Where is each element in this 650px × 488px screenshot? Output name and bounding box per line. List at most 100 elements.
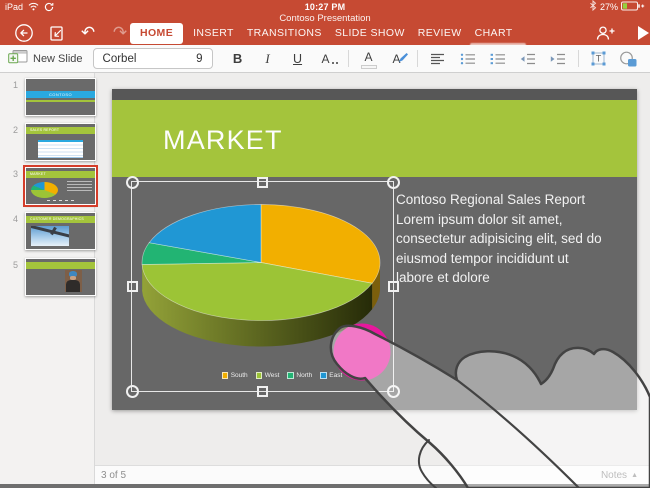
font-more-glyph: A bbox=[322, 52, 330, 66]
font-color-button[interactable]: A bbox=[358, 48, 380, 70]
numbering-button[interactable] bbox=[487, 48, 509, 70]
font-selector[interactable]: Corbel 9 bbox=[93, 48, 213, 69]
svg-text:T: T bbox=[596, 54, 602, 64]
body-line: Contoso Regional Sales Report bbox=[396, 190, 636, 210]
underline-button[interactable]: U bbox=[287, 48, 309, 70]
bold-glyph: B bbox=[233, 51, 242, 66]
bold-button[interactable]: B bbox=[227, 48, 249, 70]
thumb1-accent-line bbox=[26, 100, 95, 102]
footer-bar: 3 of 5 Notes ▲ bbox=[95, 465, 650, 484]
tab-transitions[interactable]: TRANSITIONS bbox=[244, 23, 325, 44]
tab-chart[interactable]: CHART bbox=[472, 23, 516, 44]
thumb3-text-lines bbox=[67, 181, 92, 193]
tab-chart-label: CHART bbox=[475, 27, 513, 39]
thumb4-title-band: CUSTOMER DEMOGRAPHICS bbox=[26, 216, 95, 224]
tab-home[interactable]: HOME bbox=[130, 23, 183, 44]
more-dots-icon bbox=[332, 62, 334, 64]
font-size[interactable]: 9 bbox=[196, 53, 202, 65]
resize-handle-right-middle[interactable] bbox=[388, 281, 399, 292]
body-line: Lorem ipsum dolor sit amet, bbox=[396, 210, 636, 230]
indent-icon bbox=[549, 53, 566, 65]
outdent-icon bbox=[519, 53, 536, 65]
resize-handle-top-left[interactable] bbox=[126, 176, 139, 189]
clock: 10:27 PM bbox=[135, 2, 515, 12]
current-slide[interactable]: MARKET SouthWestNorthEast Contoso Region… bbox=[112, 89, 637, 410]
thumb5-photo bbox=[65, 270, 82, 292]
tab-review[interactable]: REVIEW bbox=[415, 23, 465, 44]
toolbar-divider bbox=[578, 50, 579, 67]
slide-thumbnail-3-selected[interactable]: MARKET bbox=[25, 167, 96, 205]
body-line: consectetur adipisicing elit, sed do bbox=[396, 229, 636, 249]
thumb2-table bbox=[38, 140, 82, 158]
battery-percent: 27% bbox=[600, 2, 618, 12]
redo-button[interactable]: ↷ bbox=[110, 23, 130, 43]
italic-glyph: I bbox=[265, 51, 269, 67]
body-line: labore et dolore bbox=[396, 268, 636, 288]
notes-expand-icon: ▲ bbox=[631, 472, 638, 479]
slide-thumbnail-1[interactable]: CONTOSO bbox=[25, 78, 96, 116]
thumb3-pie bbox=[31, 182, 58, 198]
shape-fill-button[interactable] bbox=[618, 48, 640, 70]
pen-icon bbox=[398, 50, 409, 68]
textbox-button[interactable]: T bbox=[588, 48, 610, 70]
resize-handle-top-middle[interactable] bbox=[257, 177, 268, 188]
slide-thumbnail-4[interactable]: CUSTOMER DEMOGRAPHICS bbox=[25, 212, 96, 250]
share-icon[interactable] bbox=[46, 23, 66, 43]
slide-title-text[interactable]: MARKET bbox=[163, 125, 283, 156]
shape-icon bbox=[619, 51, 638, 67]
resize-handle-left-middle[interactable] bbox=[127, 281, 138, 292]
new-slide-button[interactable]: New Slide bbox=[8, 49, 83, 68]
chart-selection-box bbox=[131, 181, 394, 392]
font-color-swatch bbox=[361, 65, 377, 69]
notes-toggle[interactable]: Notes ▲ bbox=[601, 470, 638, 481]
slide-thumbnail-5[interactable] bbox=[25, 258, 96, 296]
bullet-list-icon bbox=[460, 53, 476, 65]
font-name: Corbel bbox=[103, 53, 137, 65]
font-format-more-button[interactable]: A bbox=[317, 48, 339, 70]
resize-handle-bottom-left[interactable] bbox=[126, 385, 139, 398]
formatting-toolbar: New Slide Corbel 9 B I U A A A bbox=[0, 45, 650, 73]
slide-thumbnail-2[interactable]: SALES REPORT bbox=[25, 123, 96, 161]
ribbon: ↶ ↷ HOME INSERT TRANSITIONS SLIDE SHOW R… bbox=[0, 21, 650, 45]
tab-insert[interactable]: INSERT bbox=[190, 23, 237, 44]
resize-handle-bottom-middle[interactable] bbox=[257, 386, 268, 397]
toolbar-divider bbox=[417, 50, 418, 67]
tab-slide-show[interactable]: SLIDE SHOW bbox=[332, 23, 408, 44]
bottom-strip bbox=[0, 484, 650, 488]
thumb4-title: CUSTOMER DEMOGRAPHICS bbox=[30, 217, 84, 221]
format-brush-button[interactable]: A bbox=[386, 48, 408, 70]
battery-charging-icon bbox=[621, 1, 645, 13]
indent-button[interactable] bbox=[547, 48, 569, 70]
align-left-icon bbox=[430, 53, 445, 65]
undo-button[interactable]: ↶ bbox=[78, 23, 98, 43]
slide-top-strip bbox=[112, 89, 637, 100]
thumb3-title: MARKET bbox=[30, 172, 46, 176]
slide-number: 1 bbox=[0, 80, 18, 90]
add-people-icon[interactable] bbox=[594, 23, 617, 43]
slide-number: 5 bbox=[0, 260, 18, 270]
ribbon-tabs: HOME INSERT TRANSITIONS SLIDE SHOW REVIE… bbox=[130, 23, 594, 44]
thumb2-title-band: SALES REPORT bbox=[26, 127, 95, 135]
slide-panel: 1 CONTOSO 2 SALES REPORT 3 MARKET 4 CUST… bbox=[0, 73, 95, 484]
body-line: eiusmod tempor incididunt ut bbox=[396, 249, 636, 269]
thumb3-legend bbox=[47, 200, 75, 202]
italic-button[interactable]: I bbox=[257, 48, 279, 70]
page-indicator: 3 of 5 bbox=[101, 470, 126, 481]
sync-icon bbox=[43, 2, 54, 12]
powerpoint-ipad-app: iPad 10:27 PM 27% Contoso Presentation bbox=[0, 0, 650, 488]
new-slide-icon bbox=[8, 49, 28, 68]
toolbar-divider bbox=[348, 50, 349, 67]
resize-handle-top-right[interactable] bbox=[387, 176, 400, 189]
align-button[interactable] bbox=[427, 48, 449, 70]
font-color-glyph: A bbox=[365, 51, 373, 63]
back-button[interactable] bbox=[14, 23, 34, 43]
slide-number: 4 bbox=[0, 214, 18, 224]
bullets-button[interactable] bbox=[457, 48, 479, 70]
slide-body-text[interactable]: Contoso Regional Sales Report Lorem ipsu… bbox=[396, 190, 636, 288]
thumb2-title: SALES REPORT bbox=[30, 128, 59, 132]
wifi-icon bbox=[27, 2, 39, 12]
notes-label: Notes bbox=[601, 470, 627, 481]
play-slideshow-button[interactable] bbox=[634, 23, 650, 43]
outdent-button[interactable] bbox=[517, 48, 539, 70]
resize-handle-bottom-right[interactable] bbox=[387, 385, 400, 398]
